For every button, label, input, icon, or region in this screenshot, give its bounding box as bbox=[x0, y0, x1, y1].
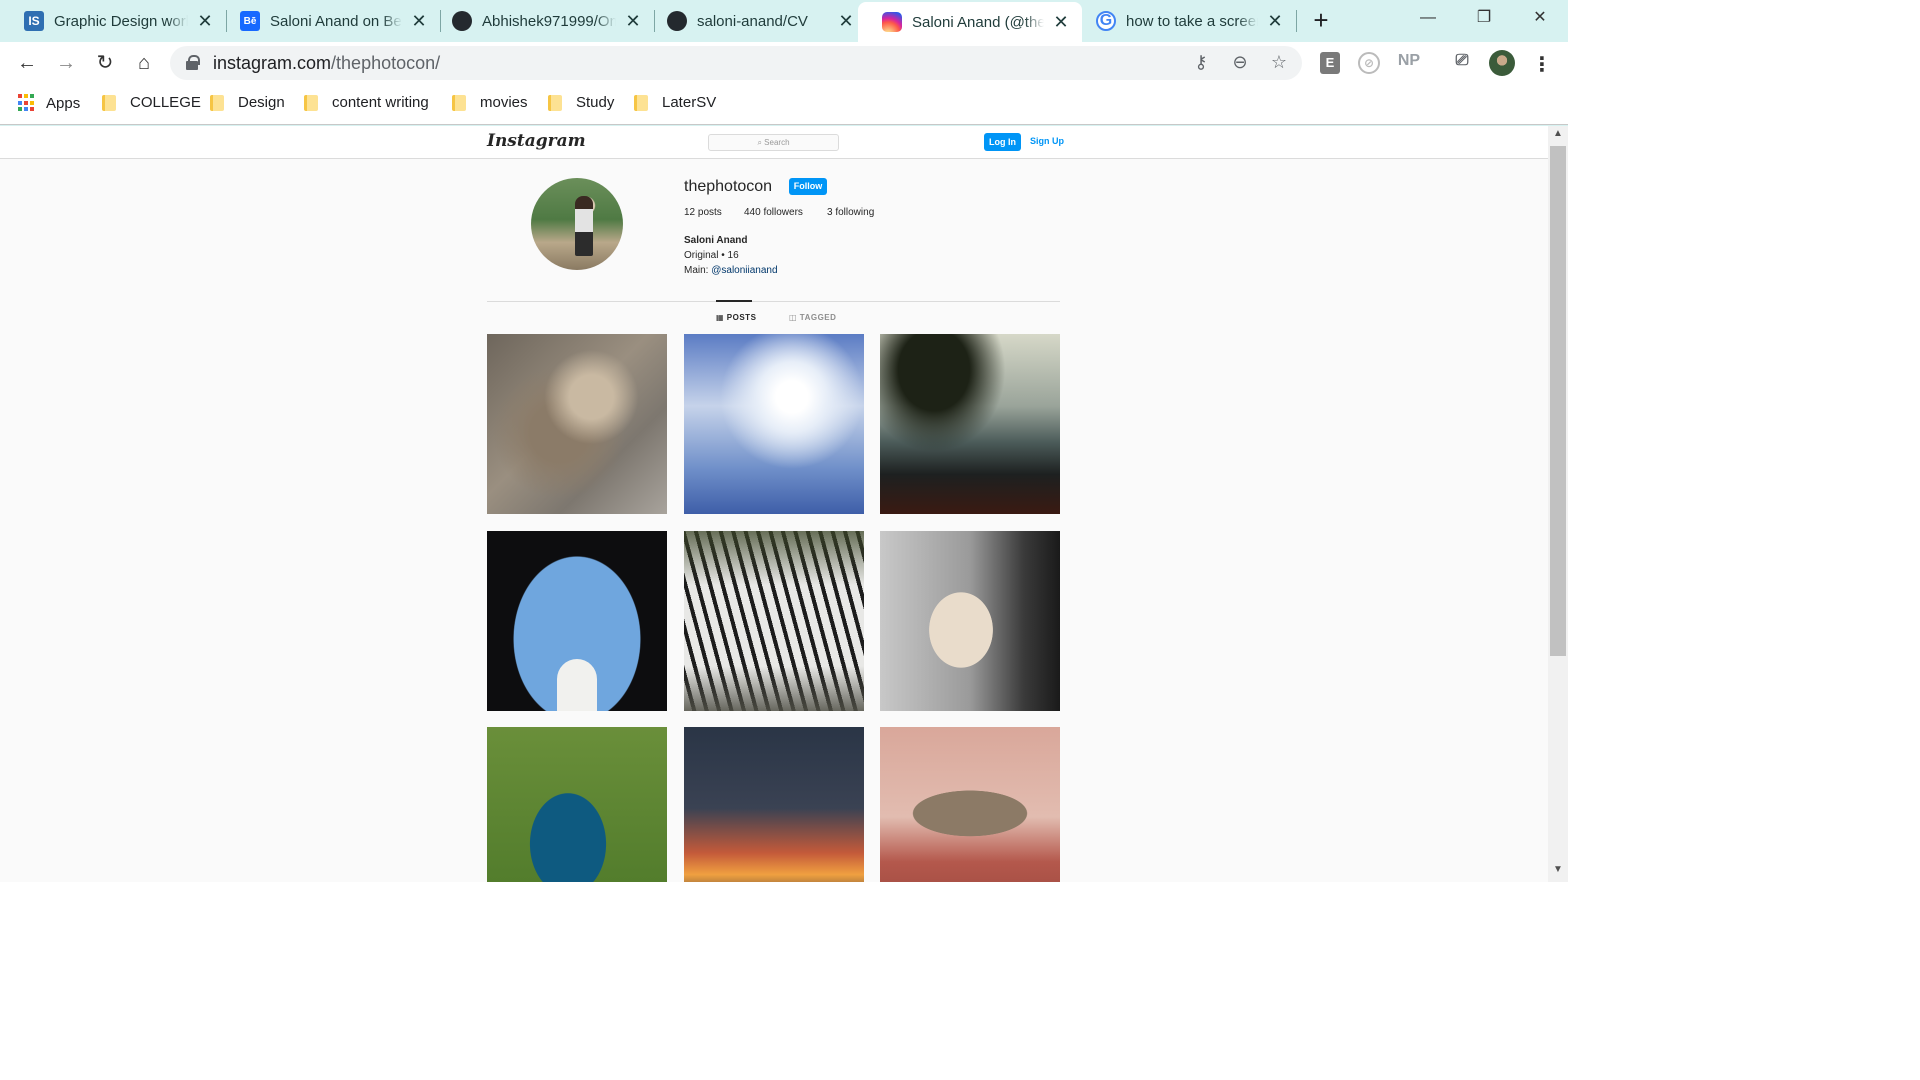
close-icon[interactable]: ✕ bbox=[1266, 11, 1284, 32]
folder-icon bbox=[304, 94, 318, 111]
github-icon bbox=[667, 11, 687, 31]
back-button[interactable]: ← bbox=[14, 50, 40, 76]
bookmark-label: Apps bbox=[46, 94, 81, 112]
browser-toolbar: ← → ↻ ⌂ instagram.com/thephotocon/ ⚷ ⊖ ☆… bbox=[0, 42, 1568, 84]
bio-main: Main: @saloniianand bbox=[684, 265, 778, 276]
profile-avatar-icon[interactable] bbox=[1489, 50, 1515, 76]
profile-divider bbox=[487, 301, 1060, 302]
tab-strip: IS Graphic Design work ✕ Bē Saloni Anand… bbox=[0, 0, 1568, 42]
login-button[interactable]: Log In bbox=[984, 133, 1021, 151]
bookmark-folder-design[interactable]: Design bbox=[210, 94, 285, 111]
instagram-header: Instagram ⌕ Search Log In Sign Up bbox=[0, 126, 1548, 159]
tab-posts[interactable]: ▦ POSTS bbox=[716, 313, 756, 322]
scroll-down-arrow[interactable]: ▼ bbox=[1548, 864, 1568, 880]
apps-grid-icon bbox=[18, 94, 36, 112]
extension-np-icon[interactable]: NP bbox=[1395, 52, 1423, 74]
followers-count[interactable]: 440 followers bbox=[744, 207, 803, 218]
browser-chrome: IS Graphic Design work ✕ Bē Saloni Anand… bbox=[0, 0, 1568, 126]
bookmark-apps[interactable]: Apps bbox=[18, 94, 80, 112]
minimize-button[interactable]: — bbox=[1400, 0, 1456, 36]
restore-button[interactable]: ❐ bbox=[1456, 0, 1512, 36]
lock-icon[interactable] bbox=[186, 55, 200, 71]
bookmarks-bar: Apps COLLEGE Design content writing movi… bbox=[0, 84, 1568, 125]
post-thumbnail[interactable] bbox=[880, 727, 1060, 882]
issuu-icon: IS bbox=[24, 11, 44, 31]
tab-title: Abhishek971999/Om bbox=[482, 12, 616, 30]
url-text[interactable]: instagram.com/thephotocon/ bbox=[213, 53, 440, 74]
menu-icon[interactable]: ⋮ bbox=[1532, 52, 1552, 76]
google-icon: G bbox=[1096, 11, 1116, 31]
search-input[interactable]: ⌕ Search bbox=[708, 134, 839, 151]
profile-username: thephotocon bbox=[684, 178, 773, 195]
reload-button[interactable]: ↻ bbox=[92, 50, 118, 76]
forward-button[interactable]: → bbox=[53, 50, 79, 76]
instagram-icon bbox=[882, 12, 902, 32]
bio-line: Original • 16 bbox=[684, 250, 739, 261]
close-icon[interactable]: ✕ bbox=[837, 11, 855, 32]
folder-icon bbox=[548, 94, 562, 111]
folder-icon bbox=[210, 94, 224, 111]
close-icon[interactable]: ✕ bbox=[624, 11, 642, 32]
cast-icon[interactable]: ⎚ bbox=[1450, 52, 1474, 74]
folder-icon bbox=[452, 94, 466, 111]
close-icon[interactable]: ✕ bbox=[410, 11, 428, 32]
scroll-thumb[interactable] bbox=[1550, 146, 1566, 656]
post-thumbnail[interactable] bbox=[487, 531, 667, 711]
profile-bio: Saloni Anand Original • 16 Main: @saloni… bbox=[684, 233, 778, 278]
tab-behance[interactable]: Bē Saloni Anand on Beh ✕ bbox=[216, 4, 440, 38]
following-count[interactable]: 3 following bbox=[827, 207, 874, 218]
close-icon[interactable]: ✕ bbox=[1052, 12, 1070, 33]
post-thumbnail[interactable] bbox=[684, 531, 864, 711]
bookmark-folder-study[interactable]: Study bbox=[548, 94, 614, 111]
post-thumbnail[interactable] bbox=[880, 334, 1060, 514]
tab-github-cv[interactable]: saloni-anand/CV ✕ bbox=[643, 4, 867, 38]
bookmark-folder-college[interactable]: COLLEGE bbox=[102, 94, 201, 111]
page-scrollbar[interactable]: ▲ ▼ bbox=[1548, 126, 1568, 882]
tab-title: Saloni Anand on Beh bbox=[270, 12, 402, 30]
extension-circle-icon[interactable]: ⊘ bbox=[1358, 52, 1380, 74]
bookmark-folder-movies[interactable]: movies bbox=[452, 94, 528, 111]
key-icon[interactable]: ⚷ bbox=[1190, 52, 1212, 74]
post-thumbnail[interactable] bbox=[487, 727, 667, 882]
bookmark-folder-content-writing[interactable]: content writing bbox=[304, 94, 429, 111]
post-thumbnail[interactable] bbox=[684, 727, 864, 882]
tab-title: Graphic Design work bbox=[54, 12, 188, 30]
profile-avatar[interactable] bbox=[531, 178, 623, 270]
scroll-up-arrow[interactable]: ▲ bbox=[1548, 128, 1568, 144]
tab-tagged[interactable]: ◫ TAGGED bbox=[789, 313, 836, 322]
address-bar[interactable]: instagram.com/thephotocon/ ⚷ ⊖ ☆ bbox=[170, 46, 1302, 80]
tab-title: saloni-anand/CV bbox=[697, 12, 808, 30]
tab-google[interactable]: G how to take a screen ✕ bbox=[1072, 4, 1296, 38]
home-button[interactable]: ⌂ bbox=[131, 50, 157, 76]
close-window-button[interactable]: ✕ bbox=[1512, 0, 1568, 36]
tab-graphic-design[interactable]: IS Graphic Design work ✕ bbox=[0, 4, 226, 38]
tab-title: Saloni Anand (@thep bbox=[912, 13, 1044, 31]
posts-count: 12 posts bbox=[684, 207, 722, 218]
bio-main-link[interactable]: @saloniianand bbox=[711, 265, 777, 276]
signup-link[interactable]: Sign Up bbox=[1030, 136, 1064, 146]
github-icon bbox=[452, 11, 472, 31]
folder-icon bbox=[102, 94, 116, 111]
close-icon[interactable]: ✕ bbox=[196, 11, 214, 32]
extension-e-icon[interactable]: E bbox=[1320, 52, 1340, 74]
tab-instagram[interactable]: Saloni Anand (@thep ✕ bbox=[858, 2, 1082, 42]
folder-icon bbox=[634, 94, 648, 111]
follow-button[interactable]: Follow bbox=[789, 178, 827, 195]
zoom-icon[interactable]: ⊖ bbox=[1229, 52, 1251, 74]
page-viewport: Instagram ⌕ Search Log In Sign Up thepho… bbox=[0, 126, 1548, 882]
bookmark-folder-latersv[interactable]: LaterSV bbox=[634, 94, 716, 111]
behance-icon: Bē bbox=[240, 11, 260, 31]
star-icon[interactable]: ☆ bbox=[1268, 52, 1290, 74]
tab-github-om[interactable]: Abhishek971999/Om ✕ bbox=[428, 4, 654, 38]
tab-title: how to take a screen bbox=[1126, 12, 1258, 30]
profile-full-name: Saloni Anand bbox=[684, 235, 748, 246]
post-thumbnail[interactable] bbox=[487, 334, 667, 514]
instagram-logo[interactable]: Instagram bbox=[487, 131, 586, 151]
new-tab-button[interactable]: + bbox=[1306, 6, 1336, 36]
post-thumbnail[interactable] bbox=[684, 334, 864, 514]
post-thumbnail[interactable] bbox=[880, 531, 1060, 711]
active-tab-indicator bbox=[716, 300, 752, 302]
